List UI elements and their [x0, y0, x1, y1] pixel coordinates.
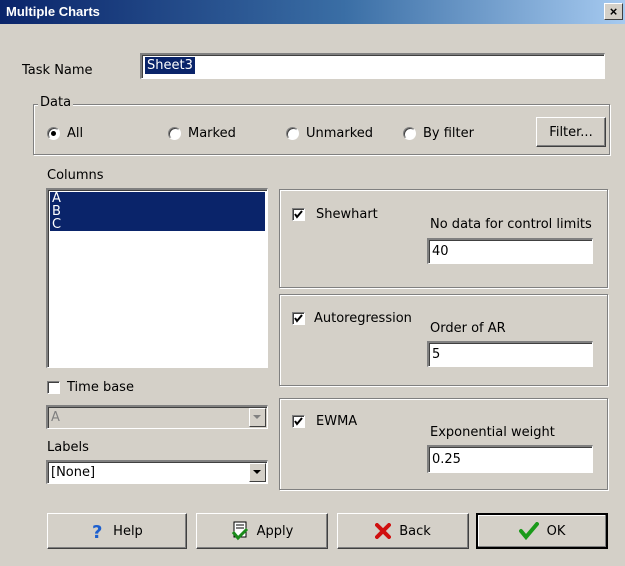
radio-unmarked[interactable]: Unmarked [286, 126, 396, 142]
radio-by-filter[interactable]: By filter [403, 126, 513, 142]
autoregression-checkbox[interactable]: Autoregression [292, 311, 427, 327]
filter-button[interactable]: Filter... [536, 117, 606, 147]
autoregression-label: Autoregression [314, 311, 412, 326]
columns-list: A B C [50, 192, 265, 231]
time-base-label: Time base [67, 380, 134, 395]
autoregression-check-indicator [292, 312, 305, 325]
x-icon [375, 523, 392, 539]
close-icon: × [609, 4, 618, 19]
autoregression-field-label: Order of AR [430, 321, 506, 336]
time-base-combo-value: A [51, 410, 60, 425]
list-item[interactable]: A [50, 192, 265, 205]
apply-icon [231, 521, 248, 541]
time-base-combo[interactable]: A [46, 405, 268, 429]
radio-unmarked-label: Unmarked [306, 126, 374, 141]
apply-button-label: Apply [256, 523, 294, 539]
radio-unmarked-indicator [286, 127, 299, 140]
autoregression-panel [279, 294, 608, 386]
radio-all[interactable]: All [47, 126, 157, 142]
columns-label: Columns [47, 168, 104, 183]
labels-combo[interactable]: [None] [46, 460, 268, 484]
exponential-weight-input[interactable]: 0.25 [427, 445, 593, 473]
shewhart-checkbox[interactable]: Shewhart [292, 207, 402, 223]
close-button[interactable]: × [604, 3, 623, 20]
shewhart-check-indicator [292, 208, 305, 221]
ewma-field-label: Exponential weight [430, 425, 555, 440]
task-name-label: Task Name [22, 63, 93, 78]
radio-all-indicator [47, 127, 60, 140]
time-base-check-indicator [47, 381, 60, 394]
svg-text:?: ? [92, 522, 102, 540]
radio-by-filter-indicator [403, 127, 416, 140]
checkmark-icon [294, 314, 303, 323]
checkmark-icon [294, 417, 303, 426]
window-title: Multiple Charts [6, 4, 100, 19]
back-button[interactable]: Back [337, 513, 469, 549]
radio-marked[interactable]: Marked [168, 126, 268, 142]
ewma-panel [279, 398, 608, 490]
radio-marked-indicator [168, 127, 181, 140]
help-button-label: Help [113, 523, 143, 539]
radio-by-filter-label: By filter [423, 126, 474, 141]
task-name-input[interactable]: Sheet3 [140, 53, 605, 79]
apply-button[interactable]: Apply [196, 513, 328, 549]
help-icon: ? [92, 522, 102, 540]
columns-listbox[interactable]: A B C [46, 188, 268, 368]
filter-button-label: Filter... [549, 124, 593, 140]
labels-combo-value: [None] [51, 465, 96, 480]
control-limits-value: 40 [432, 244, 449, 259]
time-base-checkbox[interactable]: Time base [47, 380, 187, 396]
ewma-label: EWMA [316, 414, 358, 429]
checkmark-icon [294, 210, 303, 219]
ok-button[interactable]: OK [476, 513, 608, 549]
list-item[interactable]: C [50, 218, 265, 231]
radio-all-label: All [67, 126, 84, 141]
ewma-checkbox[interactable]: EWMA [292, 414, 402, 430]
data-group-label: Data [38, 95, 74, 110]
control-limits-input[interactable]: 40 [427, 238, 593, 264]
checkmark-icon [518, 522, 539, 540]
shewhart-label: Shewhart [316, 207, 378, 222]
shewhart-field-label: No data for control limits [430, 217, 592, 232]
chevron-down-icon [253, 415, 261, 419]
list-item[interactable]: B [50, 205, 265, 218]
time-base-dropdown-button[interactable] [249, 408, 266, 427]
labels-label: Labels [47, 440, 89, 455]
labels-dropdown-button[interactable] [249, 463, 266, 482]
ok-button-label: OK [546, 523, 566, 539]
chevron-down-icon [253, 470, 261, 474]
radio-marked-label: Marked [188, 126, 236, 141]
ewma-check-indicator [292, 415, 305, 428]
task-name-value: Sheet3 [145, 57, 195, 74]
ar-order-input[interactable]: 5 [427, 341, 593, 367]
back-button-label: Back [399, 523, 431, 539]
help-button[interactable]: ? Help [47, 513, 187, 549]
ar-order-value: 5 [432, 347, 441, 362]
exponential-weight-value: 0.25 [432, 452, 461, 467]
